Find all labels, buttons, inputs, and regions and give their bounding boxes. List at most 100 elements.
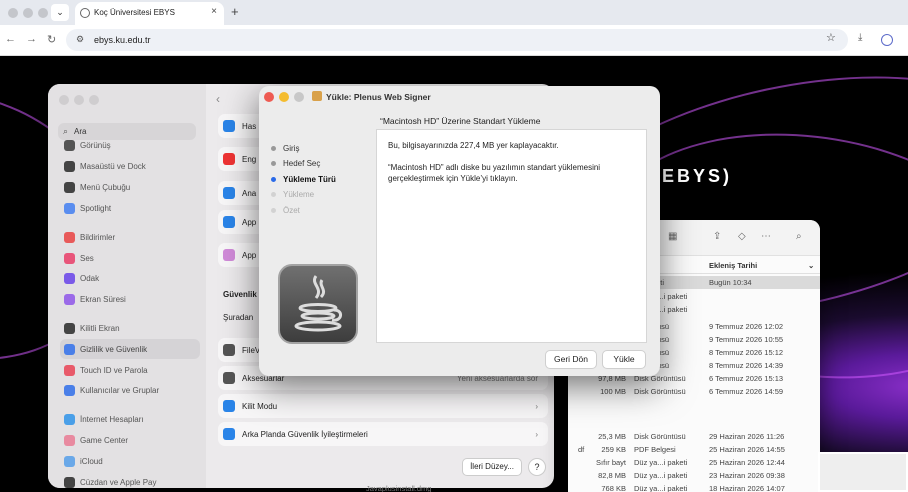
sidebar-item-privacy-security[interactable]: Gizlilik ve Güvenlik <box>60 339 200 359</box>
step-label: Yükleme Türü <box>283 175 336 184</box>
file-date: 23 Haziran 2026 09:38 <box>709 471 785 480</box>
back-chevron-icon[interactable]: ‹ <box>216 92 220 106</box>
file-name: Javaplusinstall.dmg <box>366 484 432 492</box>
step-bullet <box>271 177 276 182</box>
sidebar-item-label: Masaüstü ve Dock <box>80 162 146 171</box>
go-back-button[interactable]: Geri Dön <box>545 350 597 369</box>
menu-bar-icon <box>64 182 75 193</box>
page-brand-text: EBYS) <box>662 166 733 186</box>
url-field[interactable]: ⚙ ebys.ku.edu.tr <box>66 29 848 51</box>
file-row[interactable]: 259 KB PDF Belgesi 25 Haziran 2026 14:55 <box>568 443 820 456</box>
search-icon[interactable]: ⌕ <box>796 231 802 242</box>
sidebar-item-label: Gizlilik ve Güvenlik <box>80 345 148 354</box>
help-button[interactable]: ? <box>528 458 546 476</box>
search-icon: ⌕ <box>63 126 69 136</box>
advanced-button[interactable]: İleri Düzey... <box>462 458 522 476</box>
share-icon[interactable]: ⇪ <box>713 231 721 242</box>
fingerprint-icon <box>64 365 75 376</box>
hand-icon <box>223 400 235 412</box>
file-date: 8 Temmuz 2026 15:12 <box>709 348 784 357</box>
sidebar-item-wallet[interactable]: Cüzdan ve Apple Pay <box>60 474 200 488</box>
chevron-right-icon: › <box>535 402 538 411</box>
sidebar-item-appearance[interactable]: Görünüş <box>60 137 200 154</box>
hand-icon <box>64 344 75 355</box>
spotlight-icon <box>64 203 75 214</box>
focus-icon <box>64 273 75 284</box>
sidebar-item-spotlight[interactable]: Spotlight <box>60 200 200 217</box>
file-kind: PDF Belgesi <box>634 445 676 454</box>
sidebar-item-game-center[interactable]: Game Center <box>60 432 200 449</box>
more-icon[interactable]: ⋯ <box>761 231 771 242</box>
step-label: Giriş <box>283 144 300 153</box>
file-date: 6 Temmuz 2026 15:13 <box>709 374 784 383</box>
back-arrow-icon[interactable]: ← <box>5 33 16 45</box>
file-row[interactable]: 82,8 MB Düz ya...i paketi 23 Haziran 2026 … <box>568 469 820 482</box>
lockdown-mode-row[interactable]: Kilit Modu › <box>218 394 548 418</box>
screenshot-thumbnail[interactable] <box>818 452 908 492</box>
row-label: Eng <box>242 155 257 164</box>
sidebar-item-desktop-dock[interactable]: Masaüstü ve Dock <box>60 158 200 175</box>
row-label: Arka Planda Güvenlik İyileştirmeleri <box>242 430 368 439</box>
sidebar-item-label: Odak <box>80 274 100 283</box>
profile-avatar-icon[interactable] <box>881 34 893 46</box>
minimize-window-button[interactable] <box>23 8 33 18</box>
tab-list-chevron-icon[interactable]: ⌄ <box>51 4 69 21</box>
sidebar-item-label: İnternet Hesapları <box>80 415 144 424</box>
sound-icon <box>64 253 75 264</box>
sidebar-item-internet-accounts[interactable]: İnternet Hesapları <box>60 411 200 428</box>
installer-title-bar: Yükle: Plenus Web Signer <box>259 86 660 108</box>
sidebar-item-touch-id[interactable]: Touch ID ve Parola <box>60 362 200 379</box>
sidebar-item-lock-screen[interactable]: Kilitli Ekran <box>60 320 200 337</box>
row-label: Kilit Modu <box>242 402 278 411</box>
file-row[interactable]: Sıfır bayt Düz ya...i paketi 25 Haziran 20… <box>568 456 820 469</box>
install-button[interactable]: Yükle <box>602 350 646 369</box>
file-size: Sıfır bayt <box>595 458 626 467</box>
file-date: 25 Haziran 2026 12:44 <box>709 458 785 467</box>
tab-title: Koç Üniversitesi EBYS <box>94 8 175 17</box>
shield-icon <box>223 428 235 440</box>
sidebar-item-label: Ekran Süresi <box>80 295 126 304</box>
minimize-window-button[interactable] <box>279 92 289 102</box>
close-tab-icon[interactable]: × <box>211 6 217 17</box>
date-added-header[interactable]: Ekleniş Tarihi <box>709 261 757 270</box>
download-icon[interactable]: ⤓ <box>858 32 862 43</box>
sidebar-item-focus[interactable]: Odak <box>60 270 200 287</box>
reload-icon[interactable]: ↻ <box>47 33 56 46</box>
installer-title: Yükle: Plenus Web Signer <box>326 92 431 102</box>
bookmark-star-icon[interactable]: ☆ <box>826 31 836 44</box>
sidebar-item-icloud[interactable]: iCloud <box>60 453 200 470</box>
file-row[interactable]: 25,3 MB Disk Görüntüsü 29 Haziran 2026 11:… <box>568 430 820 443</box>
close-window-button[interactable] <box>59 95 69 105</box>
url-text: ebys.ku.edu.tr <box>94 35 151 45</box>
sidebar-item-notifications[interactable]: Bildirimler <box>60 229 200 246</box>
file-kind: Düz ya...i paketi <box>634 484 688 492</box>
forward-arrow-icon[interactable]: → <box>26 33 37 45</box>
install-instruction-text: “Macintosh HD” adlı diske bu yazılımın s… <box>388 163 601 183</box>
site-settings-icon[interactable]: ⚙ <box>76 34 84 45</box>
close-window-button[interactable] <box>264 92 274 102</box>
new-tab-button[interactable]: + <box>231 4 239 19</box>
notifications-icon <box>64 232 75 243</box>
file-size: 82,8 MB <box>598 471 626 480</box>
file-row[interactable]: 768 KB Düz ya...i paketi 18 Haziran 2026 1… <box>568 482 820 492</box>
sidebar-item-menu-bar[interactable]: Menü Çubuğu <box>60 179 200 196</box>
step-bullet <box>271 161 276 166</box>
file-size: 25,3 MB <box>598 432 626 441</box>
close-window-button[interactable] <box>8 8 18 18</box>
view-options-icon[interactable]: ▦ <box>668 231 677 242</box>
zoom-window-button[interactable] <box>38 8 48 18</box>
sidebar-item-screen-time[interactable]: Ekran Süresi <box>60 291 200 308</box>
minimize-window-button[interactable] <box>74 95 84 105</box>
sidebar-item-label: Kullanıcılar ve Gruplar <box>80 386 160 395</box>
tag-icon[interactable]: ◇ <box>738 231 746 242</box>
sidebar-item-sound[interactable]: Ses <box>60 250 200 267</box>
zoom-window-button[interactable] <box>89 95 99 105</box>
file-row[interactable]: 100 MB Disk Görüntüsü 6 Temmuz 2026 14:59 <box>568 385 820 398</box>
chevron-down-icon[interactable]: ⌄ <box>808 261 814 270</box>
at-sign-icon <box>64 414 75 425</box>
sidebar-item-users-groups[interactable]: Kullanıcılar ve Gruplar <box>60 382 200 399</box>
accessibility-icon <box>223 120 235 132</box>
background-security-row[interactable]: Arka Planda Güvenlik İyileştirmeleri › <box>218 422 548 446</box>
browser-tab[interactable]: Koç Üniversitesi EBYS × <box>75 2 224 25</box>
file-date: Bugün 10:34 <box>709 278 752 287</box>
